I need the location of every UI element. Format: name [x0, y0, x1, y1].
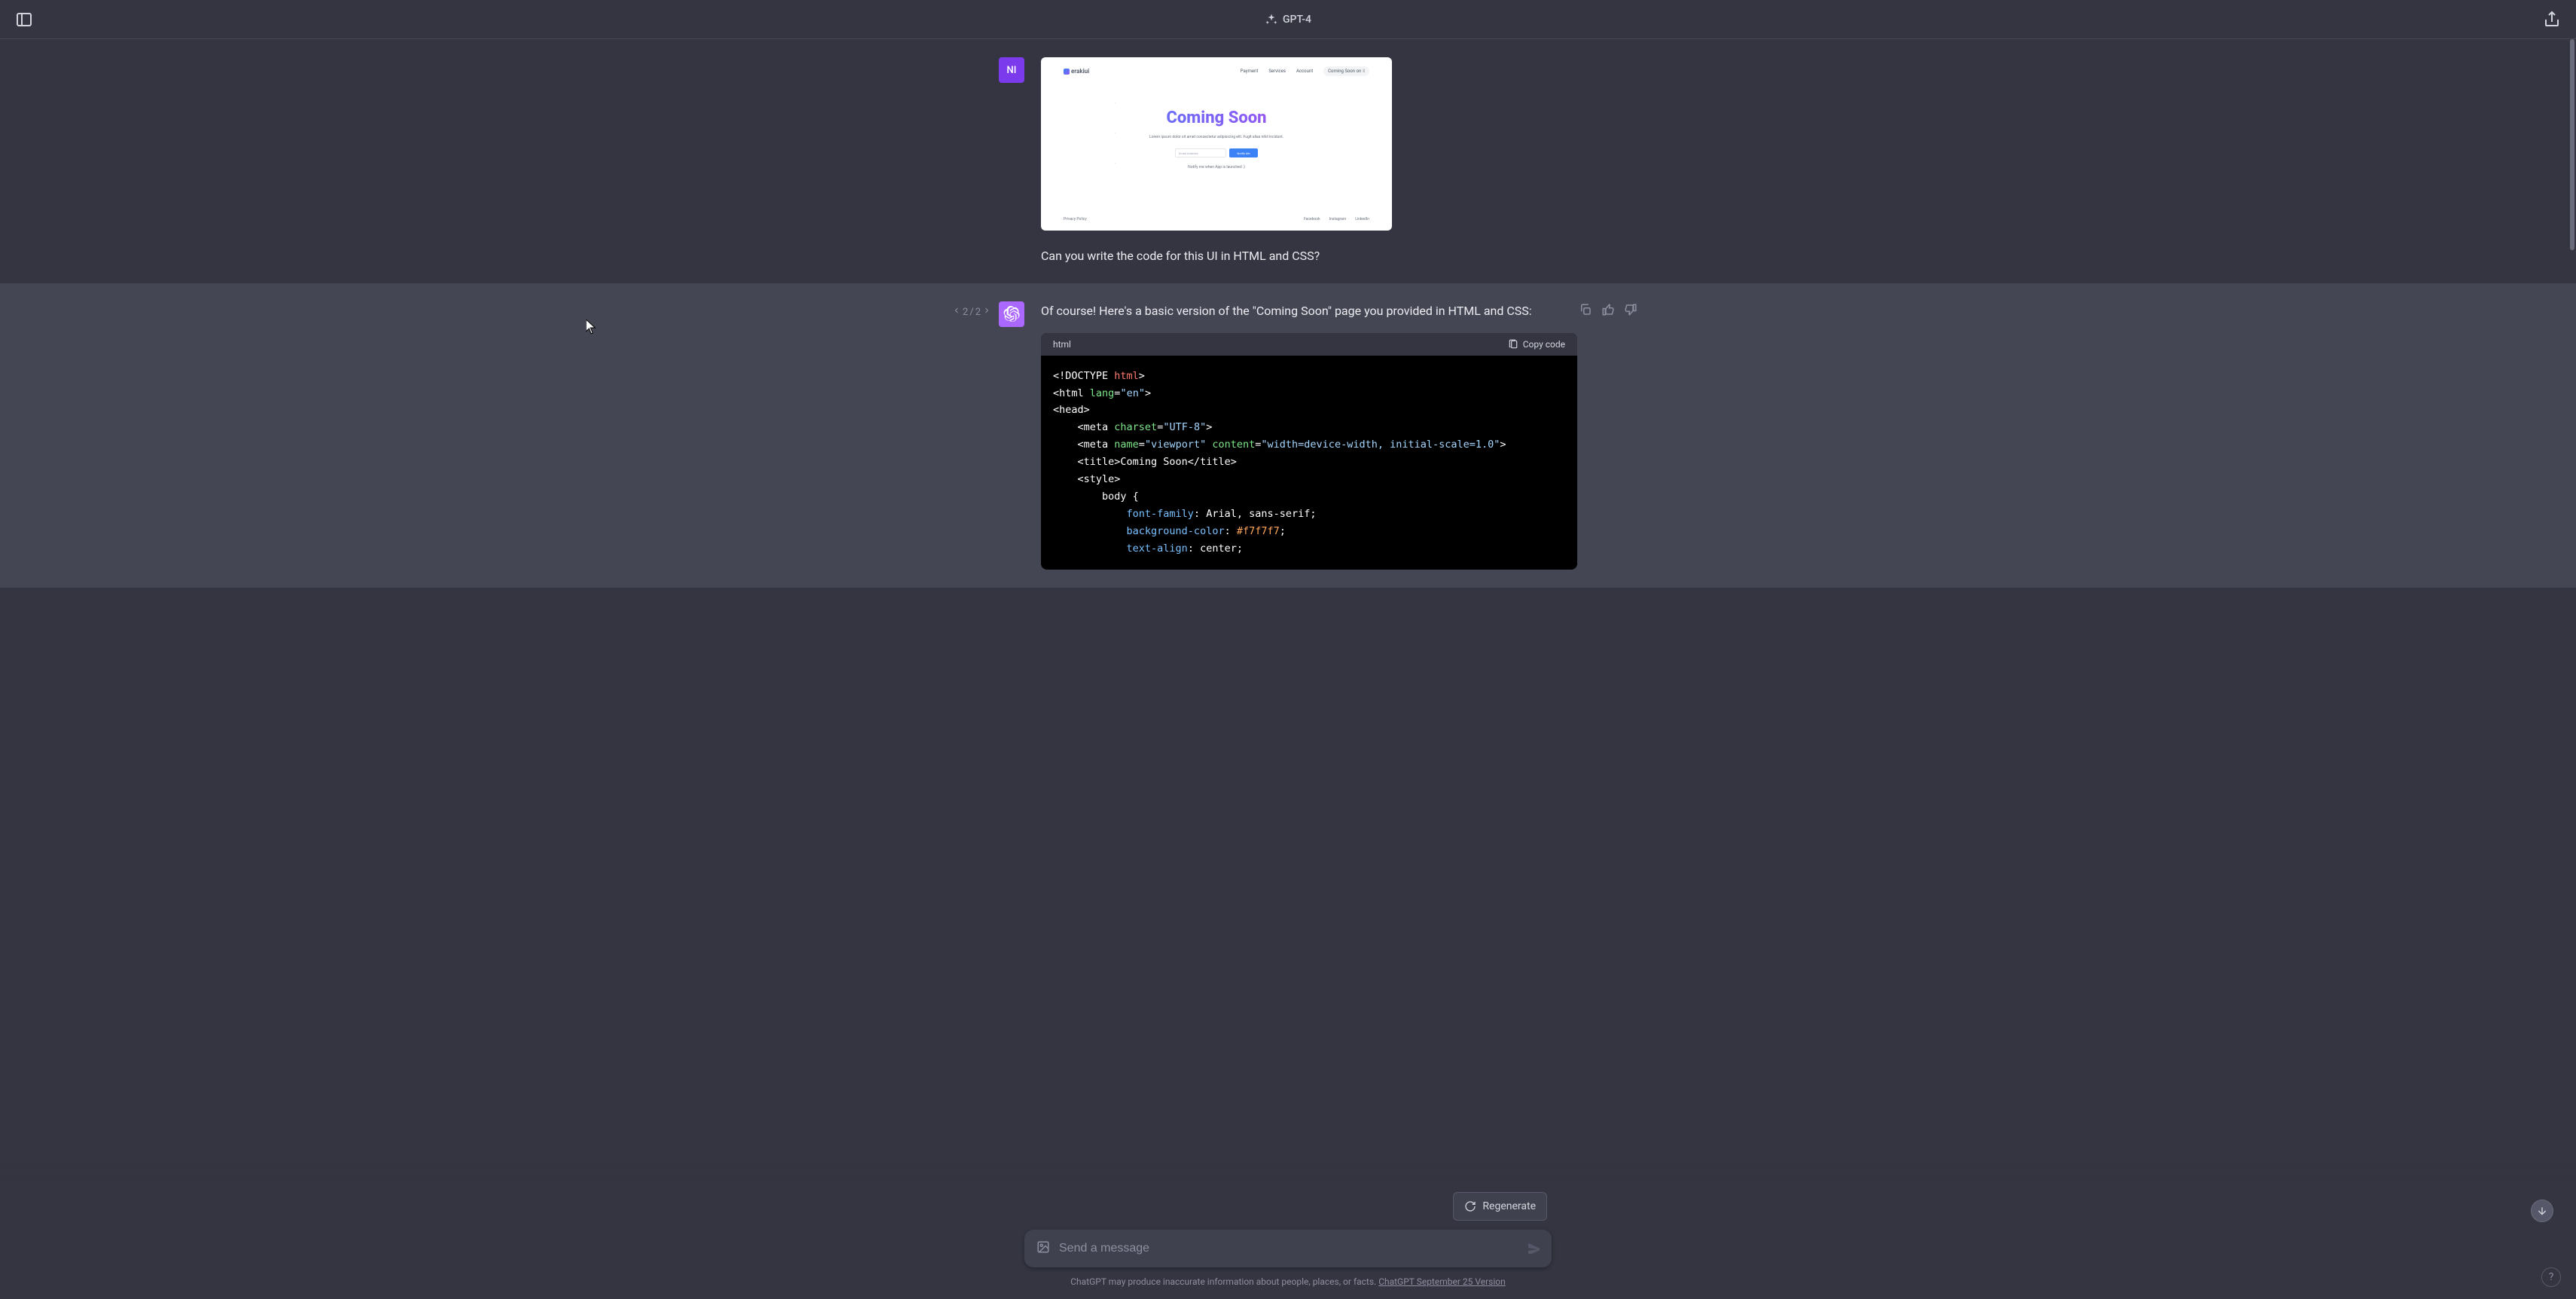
next-response-icon[interactable]: [982, 306, 991, 318]
copy-code-label: Copy code: [1523, 339, 1565, 350]
help-button[interactable]: ?: [2541, 1267, 2561, 1287]
message-input-container[interactable]: [1024, 1230, 1552, 1267]
chat-scroll-area[interactable]: NI erakiui Payment Services Account Comi…: [0, 39, 2576, 1299]
bottom-input-area: Regenerate ChatGPT may produce inaccurat…: [0, 1162, 2576, 1299]
user-question-text: Can you write the code for this UI in HT…: [1041, 247, 1577, 265]
assistant-intro-text: Of course! Here's a basic version of the…: [1041, 301, 1577, 321]
prev-response-icon[interactable]: [952, 306, 961, 318]
code-lang-label: html: [1053, 339, 1071, 350]
thumbs-up-icon[interactable]: [1601, 303, 1615, 319]
model-name: GPT-4: [1283, 14, 1311, 26]
sidebar-toggle-icon[interactable]: [15, 11, 33, 29]
preview-social: LinkedIn: [1355, 217, 1369, 222]
scrollbar-track[interactable]: [2568, 39, 2574, 1299]
preview-social: Instagram: [1329, 217, 1347, 222]
assistant-message-row: 2 / 2 Of course! Here's a basic version …: [0, 283, 2576, 588]
code-block: html Copy code <!DOCTYPE html> <html lan…: [1041, 333, 1577, 570]
thumbs-down-icon[interactable]: [1624, 303, 1637, 319]
model-indicator: GPT-4: [1265, 13, 1311, 26]
regenerate-button[interactable]: Regenerate: [1453, 1192, 1547, 1221]
copy-icon[interactable]: [1579, 303, 1592, 319]
code-body[interactable]: <!DOCTYPE html> <html lang="en"> <head> …: [1041, 356, 1577, 570]
user-message-row: NI erakiui Payment Services Account Comi…: [0, 39, 2576, 283]
nav-current: 2: [963, 307, 968, 318]
preview-nav-item: Payment: [1241, 69, 1259, 74]
regenerate-label: Regenerate: [1482, 1200, 1536, 1212]
uploaded-image-preview[interactable]: erakiui Payment Services Account Coming …: [1041, 57, 1392, 231]
preview-nav-item: Services: [1268, 69, 1286, 74]
preview-email-input: Email Address: [1175, 148, 1226, 157]
preview-nav-item: Account: [1296, 69, 1313, 74]
preview-notify-btn: Notify Me: [1229, 148, 1258, 157]
assistant-avatar: [999, 301, 1024, 327]
message-actions: [1579, 303, 1637, 319]
preview-social: Facebook: [1304, 217, 1320, 222]
nav-sep: /: [969, 307, 973, 318]
preview-hero-sub: Lorem ipsum dolor sit amet consectetur a…: [1041, 135, 1392, 139]
message-input[interactable]: [1059, 1242, 1517, 1255]
send-icon[interactable]: [1526, 1240, 1540, 1257]
preview-privacy: Privacy Policy: [1064, 217, 1087, 222]
preview-note: Notify me when App is launched :): [1041, 165, 1392, 170]
attach-image-icon[interactable]: [1036, 1240, 1050, 1257]
preview-hero-title: Coming Soon: [1041, 109, 1392, 127]
nav-total: 2: [975, 307, 981, 318]
preview-logo: erakiui: [1064, 68, 1089, 75]
scroll-to-bottom-button[interactable]: [2531, 1200, 2553, 1222]
copy-code-button[interactable]: Copy code: [1508, 339, 1565, 350]
share-icon[interactable]: [2543, 11, 2561, 29]
preview-pill: Coming Soon on: [1323, 66, 1369, 76]
version-link[interactable]: ChatGPT September 25 Version: [1378, 1276, 1506, 1287]
disclaimer-text: ChatGPT may produce inaccurate informati…: [1070, 1276, 1506, 1287]
response-nav-counter: 2 / 2: [952, 306, 991, 318]
scrollbar-thumb[interactable]: [2570, 39, 2574, 250]
app-header: GPT-4: [0, 0, 2576, 39]
sparkle-icon: [1265, 13, 1278, 26]
code-header: html Copy code: [1041, 333, 1577, 356]
user-avatar: NI: [999, 57, 1024, 83]
